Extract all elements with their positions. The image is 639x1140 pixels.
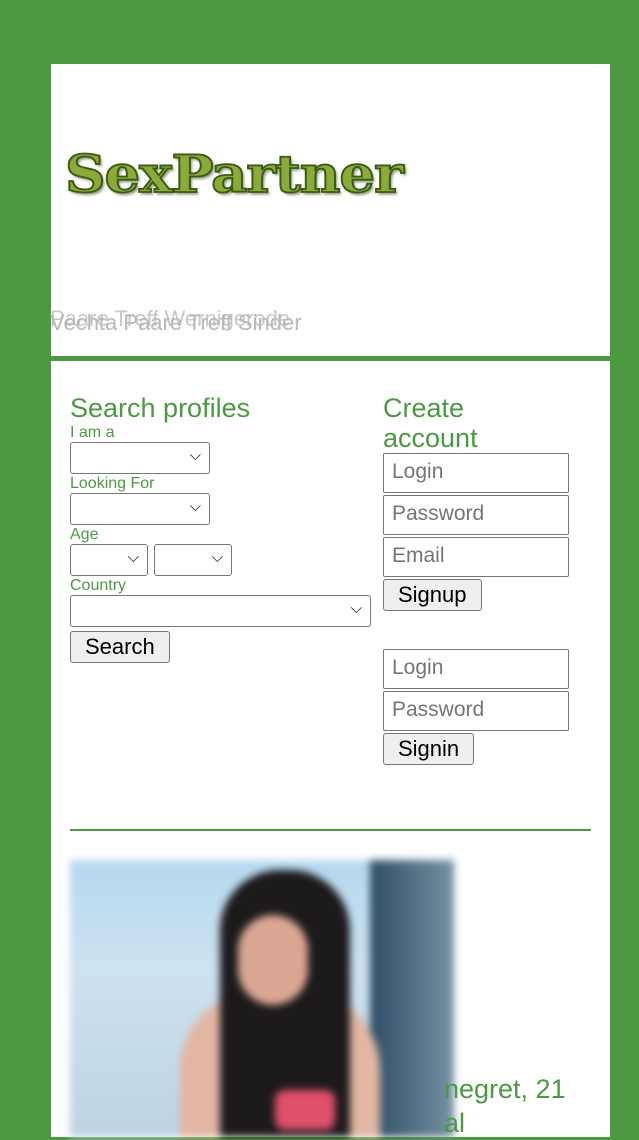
looking-for-select[interactable]: ⌵ — [70, 493, 210, 525]
create-account-title-line1: Create — [383, 393, 465, 423]
age-range: ⌵ ⌵ — [70, 544, 370, 576]
chevron-down-icon: ⌵ — [189, 447, 201, 464]
profile-photo[interactable] — [70, 860, 454, 1137]
i-am-select[interactable]: ⌵ — [70, 442, 210, 474]
signup-login-input[interactable]: Login — [383, 453, 569, 493]
search-button[interactable]: Search — [70, 631, 170, 663]
create-account-form: Create account Login Password Email Sign… — [383, 393, 583, 765]
chevron-down-icon: ⌵ — [350, 600, 362, 617]
profile-caption[interactable]: negret, 21 al — [444, 1072, 566, 1140]
age-label: Age — [70, 526, 99, 543]
create-account-title-line2: account — [383, 423, 478, 453]
header-panel: SexPartner Paare Treff Wernigerode Vecht… — [50, 64, 610, 356]
signin-button[interactable]: Signin — [383, 733, 475, 765]
search-profiles-form: Search profiles I am a ⌵ Looking For ⌵ A… — [70, 393, 371, 663]
photo-face — [238, 915, 308, 1005]
site-logo[interactable]: SexPartner — [64, 143, 405, 206]
profile-caption-line1: negret, 21 — [444, 1074, 566, 1104]
profile-caption-line2: al — [444, 1108, 466, 1138]
signup-password-input[interactable]: Password — [383, 495, 569, 535]
country-label: Country — [70, 577, 127, 594]
looking-for-label: Looking For — [70, 475, 155, 492]
create-account-title: Create account — [383, 393, 583, 453]
signup-email-input[interactable]: Email — [383, 537, 569, 577]
chevron-down-icon: ⌵ — [211, 549, 223, 566]
photo-curtain — [370, 860, 454, 1137]
country-select[interactable]: ⌵ — [70, 595, 371, 627]
signin-form: Login Password Signin — [383, 649, 583, 765]
signup-button[interactable]: Signup — [383, 579, 482, 611]
age-to-select[interactable]: ⌵ — [154, 544, 232, 576]
photo-garment — [275, 1090, 335, 1130]
signin-login-input[interactable]: Login — [383, 649, 569, 689]
age-from-select[interactable]: ⌵ — [70, 544, 148, 576]
signin-password-input[interactable]: Password — [383, 691, 569, 731]
header-link-b[interactable]: Vechta Paare Treff Sinder — [50, 310, 302, 336]
chevron-down-icon: ⌵ — [127, 549, 139, 566]
section-divider — [70, 829, 591, 831]
main-panel: Search profiles I am a ⌵ Looking For ⌵ A… — [51, 361, 610, 1140]
chevron-down-icon: ⌵ — [189, 498, 201, 515]
i-am-label: I am a — [70, 424, 115, 441]
search-profiles-title: Search profiles — [70, 393, 251, 423]
